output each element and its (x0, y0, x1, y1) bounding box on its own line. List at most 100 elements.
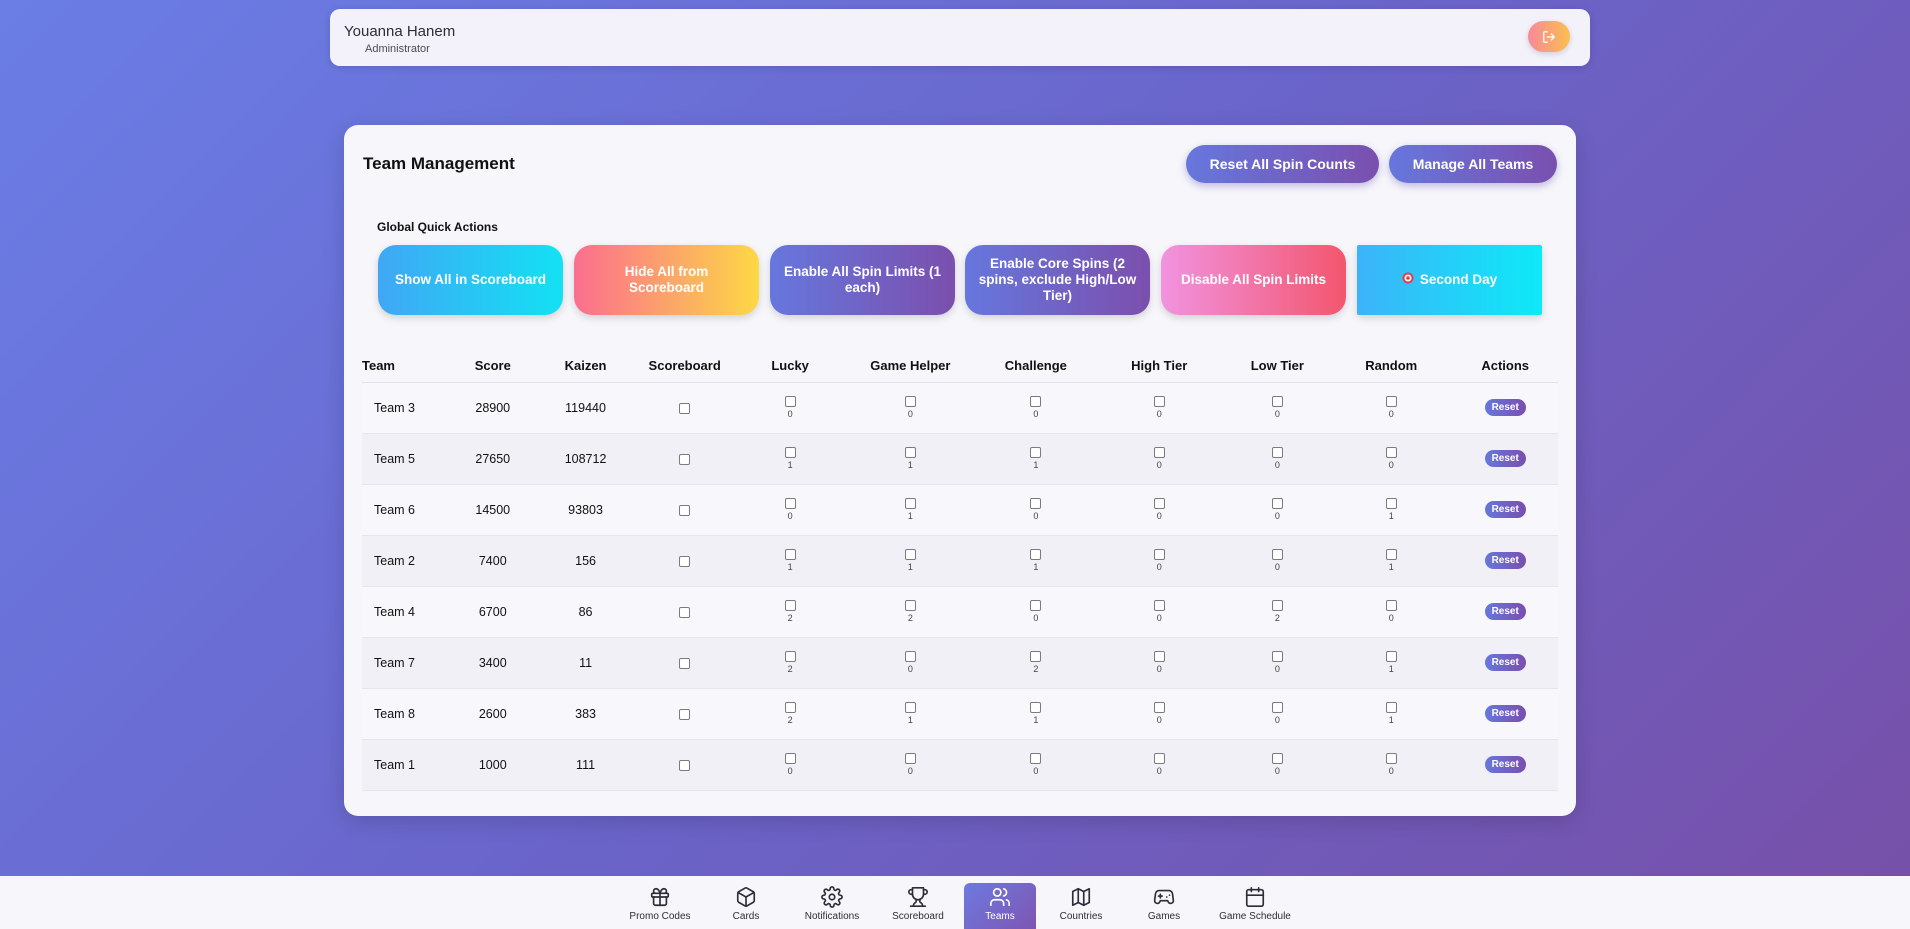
low-tier-count: 0 (1274, 562, 1280, 572)
challenge-checkbox[interactable] (1030, 600, 1042, 611)
scoreboard-checkbox[interactable] (679, 555, 691, 567)
show-all-scoreboard-button[interactable]: Show All in Scoreboard (378, 245, 563, 315)
lucky-checkbox[interactable] (784, 702, 796, 713)
reset-team-button[interactable]: Reset (1484, 552, 1526, 569)
nav-item-game-schedule[interactable]: Game Schedule (1216, 883, 1294, 929)
logout-button[interactable] (1528, 21, 1570, 52)
team-name: Team 3 (362, 382, 447, 434)
high-tier-cell: 0 (1093, 535, 1225, 587)
game-helper-count: 0 (907, 766, 913, 776)
team-score: 3400 (446, 637, 540, 689)
scoreboard-checkbox[interactable] (679, 657, 691, 669)
scoreboard-checkbox[interactable] (679, 606, 691, 618)
low-tier-checkbox[interactable] (1271, 753, 1283, 764)
lucky-checkbox[interactable] (784, 396, 796, 407)
hide-all-scoreboard-button[interactable]: Hide All from Scoreboard (574, 245, 759, 315)
nav-item-promo-codes[interactable]: Promo Codes (618, 883, 702, 929)
high-tier-checkbox[interactable] (1153, 651, 1165, 662)
high-tier-checkbox[interactable] (1153, 600, 1165, 611)
reset-team-button[interactable]: Reset (1484, 756, 1526, 773)
scoreboard-checkbox[interactable] (679, 504, 691, 516)
low-tier-checkbox[interactable] (1271, 498, 1283, 509)
nav-item-countries[interactable]: Countries (1052, 883, 1110, 929)
challenge-checkbox[interactable] (1030, 651, 1042, 662)
game-helper-checkbox[interactable] (904, 447, 916, 458)
nav-item-scoreboard[interactable]: Scoreboard (884, 883, 952, 929)
random-checkbox[interactable] (1385, 447, 1397, 458)
challenge-checkbox[interactable] (1030, 702, 1042, 713)
game-helper-checkbox[interactable] (904, 498, 916, 509)
game-helper-checkbox[interactable] (904, 549, 916, 560)
random-checkbox[interactable] (1385, 702, 1397, 713)
nav-item-teams[interactable]: Teams (964, 883, 1036, 929)
nav-item-games[interactable]: Games (1140, 883, 1188, 929)
manage-all-teams-button[interactable]: Manage All Teams (1389, 145, 1557, 183)
reset-team-button[interactable]: Reset (1484, 501, 1526, 518)
game-helper-checkbox[interactable] (904, 396, 916, 407)
reset-all-spin-counts-button[interactable]: Reset All Spin Counts (1186, 145, 1379, 183)
nav-label: Countries (1059, 911, 1103, 922)
table-row: Team 2 7400 156 1 1 1 0 0 1 Reset (362, 535, 1558, 587)
reset-team-button[interactable]: Reset (1484, 450, 1526, 467)
low-tier-cell: 0 (1224, 637, 1331, 689)
scoreboard-cell (631, 382, 738, 434)
reset-team-button[interactable]: Reset (1484, 399, 1526, 416)
nav-item-cards[interactable]: Cards (720, 883, 772, 929)
low-tier-checkbox[interactable] (1271, 549, 1283, 560)
enable-all-spin-limits-button[interactable]: Enable All Spin Limits (1 each) (770, 245, 955, 315)
lucky-checkbox[interactable] (784, 549, 796, 560)
team-kaizen: 11 (539, 637, 632, 689)
high-tier-checkbox[interactable] (1153, 498, 1165, 509)
low-tier-checkbox[interactable] (1271, 396, 1283, 407)
lucky-checkbox[interactable] (784, 600, 796, 611)
lucky-cell: 0 (737, 382, 843, 434)
challenge-checkbox[interactable] (1030, 396, 1042, 407)
challenge-checkbox[interactable] (1030, 753, 1042, 764)
random-checkbox[interactable] (1385, 651, 1397, 662)
game-helper-checkbox[interactable] (904, 702, 916, 713)
lucky-checkbox[interactable] (784, 447, 796, 458)
low-tier-checkbox[interactable] (1271, 600, 1283, 611)
low-tier-checkbox[interactable] (1271, 702, 1283, 713)
nav-item-notifications[interactable]: Notifications (796, 883, 868, 929)
challenge-checkbox[interactable] (1030, 549, 1042, 560)
team-kaizen: 86 (539, 586, 632, 638)
game-helper-checkbox[interactable] (904, 600, 916, 611)
challenge-checkbox[interactable] (1030, 498, 1042, 509)
random-checkbox[interactable] (1385, 396, 1397, 407)
lucky-checkbox[interactable] (784, 753, 796, 764)
random-cell: 1 (1330, 688, 1453, 740)
disable-all-spin-limits-button[interactable]: Disable All Spin Limits (1161, 245, 1346, 315)
enable-core-spins-button[interactable]: Enable Core Spins (2 spins, exclude High… (965, 245, 1150, 315)
random-checkbox[interactable] (1385, 498, 1397, 509)
high-tier-checkbox[interactable] (1153, 753, 1165, 764)
scoreboard-checkbox[interactable] (679, 708, 691, 720)
high-tier-count: 0 (1156, 562, 1162, 572)
scoreboard-cell (631, 484, 738, 536)
game-helper-checkbox[interactable] (904, 753, 916, 764)
lucky-count: 0 (787, 511, 793, 521)
high-tier-checkbox[interactable] (1153, 447, 1165, 458)
high-tier-checkbox[interactable] (1153, 396, 1165, 407)
reset-team-button[interactable]: Reset (1484, 654, 1526, 671)
random-checkbox[interactable] (1385, 600, 1397, 611)
high-tier-checkbox[interactable] (1153, 549, 1165, 560)
challenge-checkbox[interactable] (1030, 447, 1042, 458)
lucky-checkbox[interactable] (784, 498, 796, 509)
scoreboard-checkbox[interactable] (679, 453, 691, 465)
table-row: Team 6 14500 93803 0 1 0 0 0 1 Reset (362, 484, 1558, 536)
reset-team-button[interactable]: Reset (1484, 705, 1526, 722)
scoreboard-checkbox[interactable] (679, 402, 691, 414)
low-tier-checkbox[interactable] (1271, 651, 1283, 662)
random-checkbox[interactable] (1385, 753, 1397, 764)
scoreboard-checkbox[interactable] (679, 759, 691, 771)
lucky-checkbox[interactable] (784, 651, 796, 662)
high-tier-checkbox[interactable] (1153, 702, 1165, 713)
second-day-button[interactable]: Second Day (1357, 245, 1542, 315)
random-checkbox[interactable] (1385, 549, 1397, 560)
low-tier-checkbox[interactable] (1271, 447, 1283, 458)
game-helper-checkbox[interactable] (904, 651, 916, 662)
nav-label: Notifications (804, 911, 860, 922)
reset-team-button[interactable]: Reset (1484, 603, 1526, 620)
lucky-cell: 2 (737, 586, 843, 638)
